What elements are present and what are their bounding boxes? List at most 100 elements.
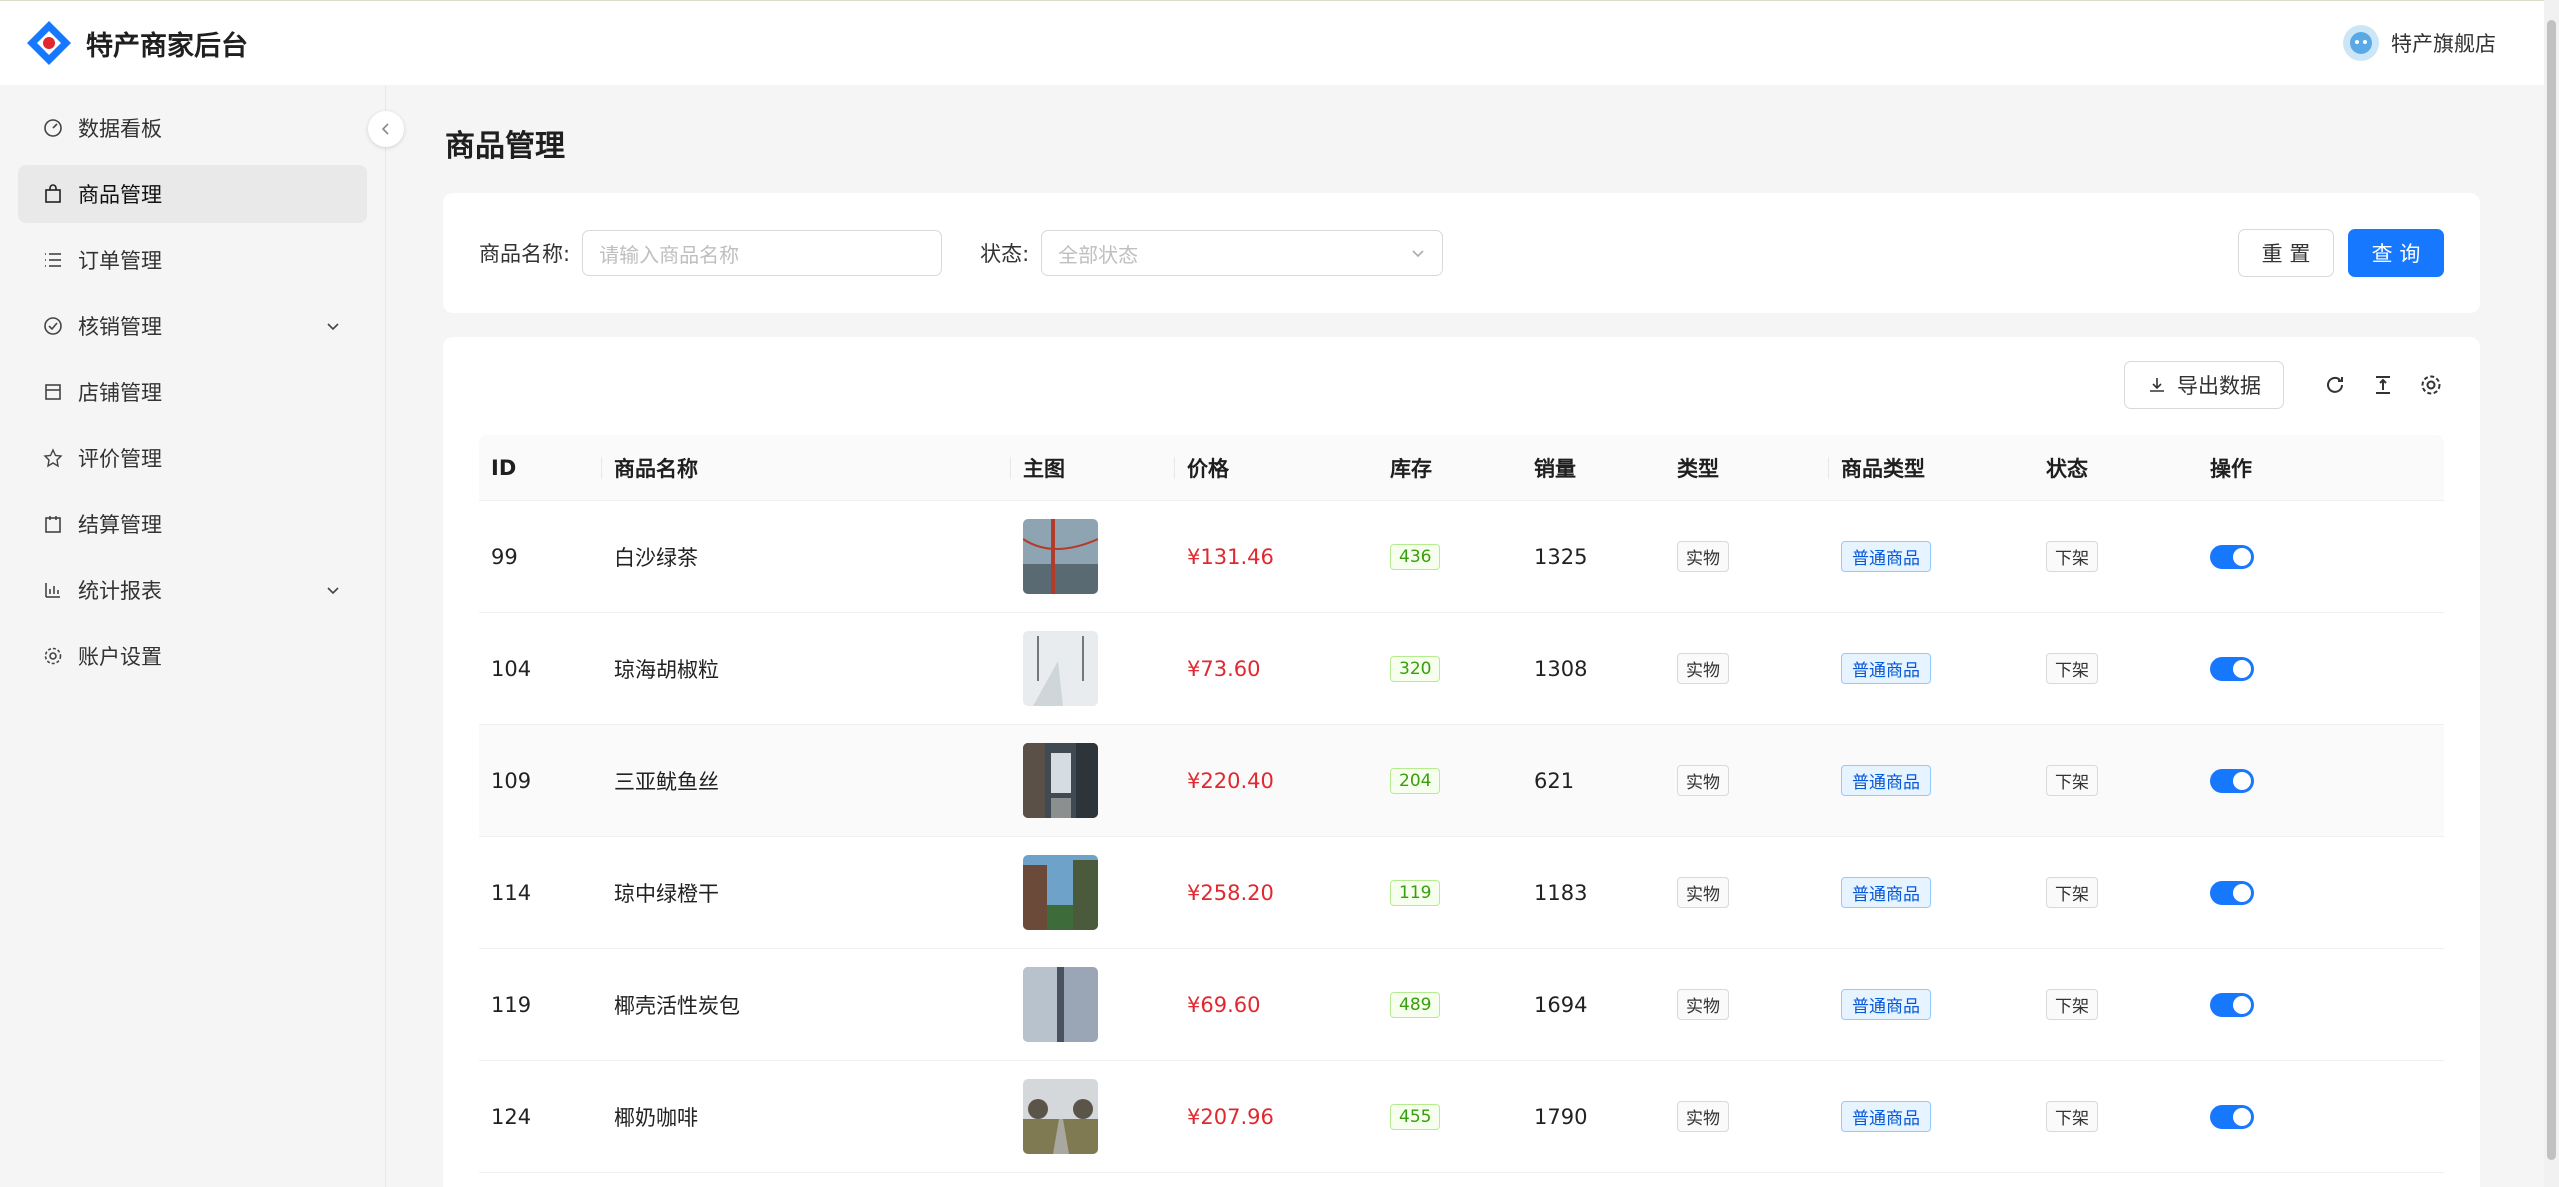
stock-badge: 436 <box>1390 543 1441 570</box>
cell-product-type: 普通商品 <box>1829 501 2034 612</box>
sidebar-item-settlement[interactable]: 结算管理 <box>18 495 367 553</box>
table-row[interactable]: 114 琼中绿橙干 ¥258.20 119 1183 实物 普通商品 下架 <box>479 837 2444 949</box>
stock-badge: 204 <box>1390 767 1441 794</box>
scrollbar-thumb[interactable] <box>2547 20 2556 1160</box>
chevron-left-icon <box>381 123 389 135</box>
type-badge: 实物 <box>1677 877 1729 908</box>
product-type-badge: 普通商品 <box>1841 877 1931 908</box>
cell-type: 实物 <box>1665 1061 1829 1172</box>
product-name-placeholder: 请输入商品名称 <box>599 242 740 267</box>
sidebar-item-reports[interactable]: 统计报表 <box>18 561 367 619</box>
cell-action <box>2198 725 2444 836</box>
cell-price: ¥258.20 <box>1187 880 1274 905</box>
sidebar-item-account[interactable]: 账户设置 <box>18 627 367 685</box>
sidebar-item-shop[interactable]: 店铺管理 <box>18 363 367 421</box>
reset-button[interactable]: 重 置 <box>2238 229 2334 277</box>
product-type-badge: 普通商品 <box>1841 1101 1931 1132</box>
status-toggle[interactable] <box>2210 768 2254 793</box>
cell-price: ¥220.40 <box>1187 768 1274 793</box>
shop-name[interactable]: 特产旗舰店 <box>2391 28 2496 58</box>
type-badge: 实物 <box>1677 765 1729 796</box>
column-header[interactable]: ID <box>479 435 602 500</box>
settings-icon[interactable] <box>2416 370 2446 400</box>
status-toggle[interactable] <box>2210 880 2254 905</box>
product-table: ID 商品名称 主图 价格 库存 销量 类型 商品类型 状态 操作 99 白沙绿… <box>479 435 2444 1173</box>
status-select[interactable]: 全部状态 <box>1041 230 1444 276</box>
product-name-input[interactable]: 请输入商品名称 <box>582 230 943 276</box>
star-icon <box>42 447 64 469</box>
cell-sales: 1790 <box>1534 1104 1588 1129</box>
table-row[interactable]: 124 椰奶咖啡 ¥207.96 455 1790 实物 普通商品 下架 <box>479 1061 2444 1173</box>
column-header[interactable]: 销量 <box>1522 435 1665 500</box>
query-button[interactable]: 查 询 <box>2348 229 2444 277</box>
scrollbar[interactable] <box>2544 0 2559 1187</box>
cell-id: 124 <box>491 1104 532 1129</box>
sidebar-item-label: 数据看板 <box>78 117 162 141</box>
type-badge: 实物 <box>1677 653 1729 684</box>
cell-name: 琼海胡椒粒 <box>614 657 719 682</box>
page-title: 商品管理 <box>445 129 565 164</box>
cell-id: 99 <box>491 544 518 569</box>
cell-sales: 621 <box>1534 768 1575 793</box>
cell-stock: 320 <box>1378 613 1522 724</box>
status-toggle[interactable] <box>2210 1104 2254 1129</box>
sidebar-item-label: 商品管理 <box>78 183 162 207</box>
column-header[interactable]: 操作 <box>2198 435 2444 500</box>
main-content: 商品管理 商品名称: 请输入商品名称 状态: 全部状态 重 置 查 询 导出数据… <box>386 85 2544 1187</box>
status-badge: 下架 <box>2046 1101 2098 1132</box>
status-toggle[interactable] <box>2210 544 2254 569</box>
product-thumbnail[interactable] <box>1023 743 1098 818</box>
column-header[interactable]: 商品名称 <box>602 435 1011 500</box>
table-toolbar: 导出数据 <box>2124 361 2446 409</box>
cell-id: 104 <box>491 656 532 681</box>
sidebar-item-reviews[interactable]: 评价管理 <box>18 429 367 487</box>
sidebar-collapse-button[interactable] <box>368 111 404 147</box>
table-row[interactable]: 119 椰壳活性炭包 ¥69.60 489 1694 实物 普通商品 下架 <box>479 949 2444 1061</box>
sidebar-item-products[interactable]: 商品管理 <box>18 165 367 223</box>
column-header[interactable]: 价格 <box>1175 435 1378 500</box>
status-toggle[interactable] <box>2210 992 2254 1017</box>
column-header[interactable]: 商品类型 <box>1829 435 2034 500</box>
column-height-icon[interactable] <box>2368 370 2398 400</box>
sidebar-item-orders[interactable]: 订单管理 <box>18 231 367 289</box>
product-thumbnail[interactable] <box>1023 631 1098 706</box>
product-thumbnail[interactable] <box>1023 967 1098 1042</box>
shop-icon <box>42 381 64 403</box>
user-menu[interactable]: 特产旗舰店 <box>2343 25 2496 61</box>
cell-image <box>1011 949 1175 1060</box>
cell-action <box>2198 501 2444 612</box>
refresh-icon[interactable] <box>2320 370 2350 400</box>
product-thumbnail[interactable] <box>1023 519 1098 594</box>
cell-image <box>1011 1061 1175 1172</box>
product-thumbnail[interactable] <box>1023 855 1098 930</box>
logo-icon <box>24 18 74 68</box>
column-header[interactable]: 库存 <box>1378 435 1522 500</box>
cell-type: 实物 <box>1665 501 1829 612</box>
cell-action <box>2198 613 2444 724</box>
cell-image <box>1011 613 1175 724</box>
table-row[interactable]: 99 白沙绿茶 ¥131.46 436 1325 实物 普通商品 下架 <box>479 501 2444 613</box>
status-placeholder: 全部状态 <box>1058 242 1139 267</box>
cell-name: 白沙绿茶 <box>614 545 698 570</box>
cell-price: ¥131.46 <box>1187 544 1274 569</box>
export-button[interactable]: 导出数据 <box>2124 361 2284 409</box>
avatar[interactable] <box>2343 25 2379 61</box>
sidebar-item-label: 订单管理 <box>78 249 162 273</box>
cell-name: 椰奶咖啡 <box>614 1105 698 1130</box>
sidebar-item-label: 核销管理 <box>78 315 162 339</box>
table-row[interactable]: 104 琼海胡椒粒 ¥73.60 320 1308 实物 普通商品 下架 <box>479 613 2444 725</box>
status-toggle[interactable] <box>2210 656 2254 681</box>
column-header[interactable]: 状态 <box>2034 435 2198 500</box>
sidebar-item-label: 账户设置 <box>78 645 162 669</box>
shopping-bag-icon <box>42 183 64 205</box>
column-header[interactable]: 类型 <box>1665 435 1829 500</box>
column-header[interactable]: 主图 <box>1011 435 1175 500</box>
cell-id: 119 <box>491 992 532 1017</box>
product-thumbnail[interactable] <box>1023 1079 1098 1154</box>
table-row[interactable]: 109 三亚鱿鱼丝 ¥220.40 204 621 实物 普通商品 下架 <box>479 725 2444 837</box>
status-badge: 下架 <box>2046 653 2098 684</box>
cell-sales: 1694 <box>1534 992 1588 1017</box>
sidebar-item-verification[interactable]: 核销管理 <box>18 297 367 355</box>
sidebar-item-dashboard[interactable]: 数据看板 <box>18 99 367 157</box>
cell-id: 109 <box>491 768 532 793</box>
